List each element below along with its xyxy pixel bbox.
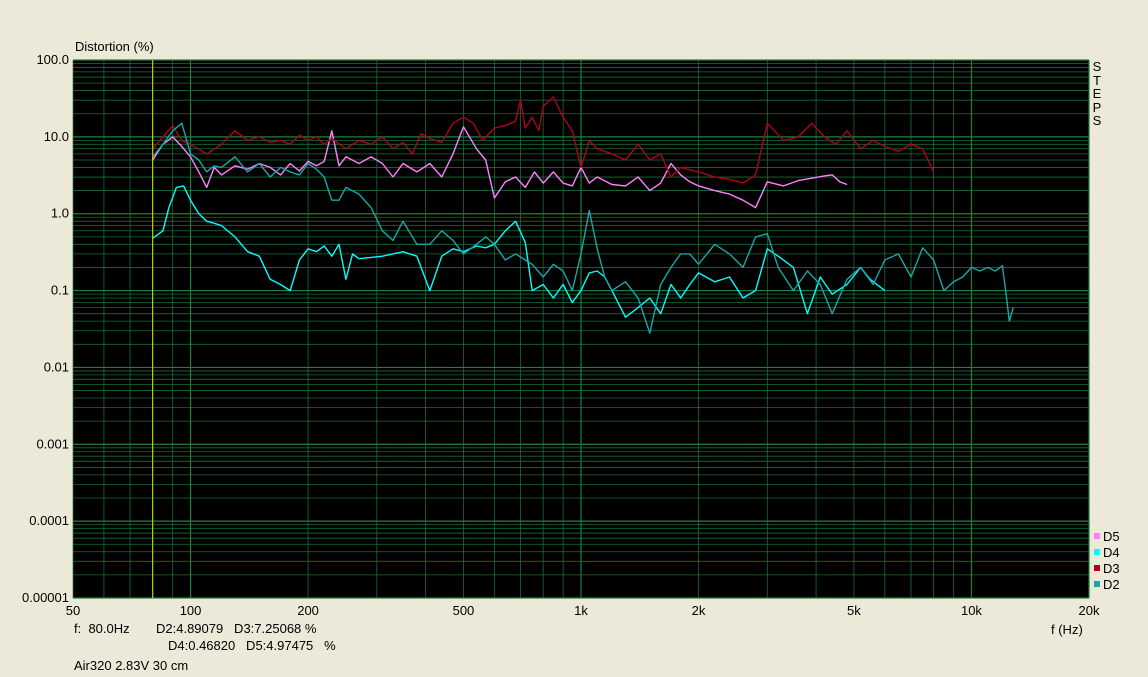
x-axis-label: f (Hz) [1051, 622, 1083, 637]
legend-label-D3: D3 [1103, 561, 1120, 576]
x-tick-label: 200 [297, 603, 319, 618]
x-tick-label: 50 [66, 603, 80, 618]
distortion-readout-line2: D4:0.46820 D5:4.97475 % [168, 638, 336, 653]
steps-letter: E [1092, 86, 1102, 101]
legend-label-D2: D2 [1103, 577, 1120, 592]
x-tick-label: 1k [574, 603, 588, 618]
steps-letter: S [1092, 59, 1102, 74]
steps-letter: T [1093, 72, 1101, 88]
y-tick-label: 1.0 [51, 206, 69, 221]
y-tick-label: 0.01 [44, 359, 69, 374]
x-tick-label: 500 [453, 603, 475, 618]
steps-letter: S [1092, 113, 1102, 128]
legend-swatch-D5 [1094, 533, 1100, 539]
y-tick-label: 0.00001 [22, 590, 69, 605]
y-tick-label: 100.0 [36, 52, 69, 67]
y-tick-label: 0.1 [51, 283, 69, 298]
y-axis-label: Distortion (%) [75, 39, 154, 54]
y-tick-label: 10.0 [44, 129, 69, 144]
y-tick-labels: 100.0 10.0 1.0 0.1 0.01 0.001 0.0001 0.00001 [22, 52, 69, 605]
steps-label[interactable]: STEPS [1090, 60, 1104, 128]
legend-swatch-D3 [1094, 565, 1100, 571]
legend-swatch-D2 [1094, 581, 1100, 587]
distortion-readout-line1: D2:4.89079 D3:7.25068 % [156, 621, 317, 636]
y-tick-label: 0.001 [36, 436, 69, 451]
legend: D5D4D3D2 [1094, 529, 1120, 592]
steps-letter: P [1092, 99, 1102, 115]
legend-label-D5: D5 [1103, 529, 1120, 544]
x-tick-labels: 50 100 200 500 1k 2k 5k 10k 20k [66, 603, 1100, 618]
cursor-frequency-readout: f: 80.0Hz [74, 621, 130, 636]
x-tick-label: 5k [847, 603, 861, 618]
y-tick-label: 0.0001 [29, 513, 69, 528]
x-tick-label: 10k [961, 603, 982, 618]
x-tick-label: 20k [1079, 603, 1100, 618]
measurement-label: Air320 2.83V 30 cm [74, 658, 189, 673]
distortion-chart: 100.0 10.0 1.0 0.1 0.01 0.001 0.0001 0.00001 50… [22, 52, 1120, 618]
legend-label-D4: D4 [1103, 545, 1120, 560]
legend-swatch-D4 [1094, 549, 1100, 555]
x-tick-label: 100 [180, 603, 202, 618]
x-tick-label: 2k [692, 603, 706, 618]
